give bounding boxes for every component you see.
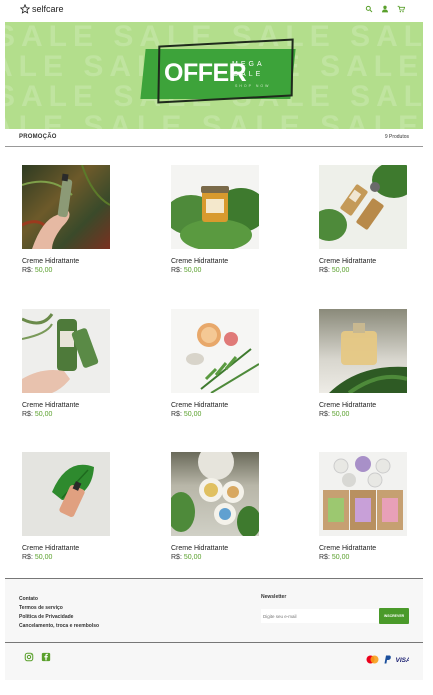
product-image[interactable] — [319, 165, 407, 249]
star-icon — [20, 4, 30, 14]
shop-now-label: SHOP NOW — [235, 84, 271, 88]
promo-banner[interactable]: SALE SALE SALE SALE SALE SALE SALE SALE … — [5, 22, 423, 129]
product-card[interactable]: Creme Hidrattante R$: 50,00 — [171, 452, 261, 562]
instagram-icon[interactable] — [24, 652, 34, 662]
product-image[interactable] — [171, 165, 259, 249]
product-name[interactable]: Creme Hidrattante — [171, 401, 261, 410]
logo-text: selfcare — [32, 4, 64, 14]
product-price: R$: 50,00 — [171, 267, 202, 274]
product-name[interactable]: Creme Hidrattante — [319, 544, 409, 553]
product-image[interactable] — [171, 452, 259, 536]
product-price: R$: 50,00 — [171, 411, 202, 418]
footer-links: Contato Termos de serviço Política de Pr… — [19, 595, 99, 631]
section-title: PROMOÇÃO — [19, 134, 57, 140]
product-name[interactable]: Creme Hidrattante — [22, 544, 112, 553]
product-price: R$: 50,00 — [171, 554, 202, 561]
product-price: R$: 50,00 — [22, 554, 53, 561]
user-icon[interactable] — [381, 5, 389, 13]
product-name[interactable]: Creme Hidrattante — [22, 401, 112, 410]
section-bar: PROMOÇÃO 9 Produtos — [5, 130, 423, 147]
product-price: R$: 50,00 — [319, 267, 350, 274]
product-card[interactable]: Creme Hidrattante R$: 50,00 — [171, 165, 261, 275]
product-card[interactable]: Creme Hidrattante R$: 50,00 — [22, 165, 112, 275]
product-name[interactable]: Creme Hidrattante — [171, 257, 261, 266]
product-name[interactable]: Creme Hidrattante — [319, 257, 409, 266]
footer-link-contato[interactable]: Contato — [19, 595, 99, 604]
product-card[interactable]: Creme Hidrattante R$: 50,00 — [171, 309, 261, 419]
offer-graphic: OFFER MEGA SALE SHOP NOW — [140, 38, 296, 104]
product-price: R$: 50,00 — [22, 411, 53, 418]
product-card[interactable]: Creme Hidrattante R$: 50,00 — [319, 452, 409, 562]
social-links — [24, 652, 51, 662]
header-actions — [365, 5, 405, 13]
product-image[interactable] — [22, 309, 110, 393]
footer-link-termos[interactable]: Termos de serviço — [19, 604, 99, 613]
newsletter-email-input[interactable] — [261, 609, 381, 623]
footer-divider — [5, 642, 423, 643]
mastercard-icon — [366, 655, 379, 664]
product-image[interactable] — [319, 309, 407, 393]
paypal-icon — [384, 655, 391, 664]
product-card[interactable]: Creme Hidrattante R$: 50,00 — [319, 309, 409, 419]
product-card[interactable]: Creme Hidrattante R$: 50,00 — [22, 309, 112, 419]
product-price: R$: 50,00 — [319, 411, 350, 418]
mega-sale-label: MEGA SALE — [232, 61, 265, 78]
product-card[interactable]: Creme Hidrattante R$: 50,00 — [319, 165, 409, 275]
facebook-icon[interactable] — [41, 652, 51, 662]
svg-text:VISA: VISA — [396, 657, 410, 664]
product-price: R$: 50,00 — [22, 267, 53, 274]
site-logo[interactable]: selfcare — [20, 4, 64, 14]
cart-icon[interactable] — [397, 5, 405, 13]
site-footer: Contato Termos de serviço Política de Pr… — [5, 579, 423, 680]
newsletter-subscribe-button[interactable]: INSCREVER — [379, 608, 409, 624]
product-image[interactable] — [22, 452, 110, 536]
product-image[interactable] — [319, 452, 407, 536]
visa-icon: VISA — [396, 657, 410, 664]
site-header: selfcare — [0, 0, 433, 22]
product-name[interactable]: Creme Hidrattante — [22, 257, 112, 266]
footer-link-privacidade[interactable]: Política de Privacidade — [19, 613, 99, 622]
product-count: 9 Produtos — [384, 134, 409, 140]
payment-methods: VISA — [366, 655, 409, 664]
product-image[interactable] — [171, 309, 259, 393]
footer-link-cancelamento[interactable]: Cancelamento, troca e reembolso — [19, 622, 99, 631]
product-card[interactable]: Creme Hidrattante R$: 50,00 — [22, 452, 112, 562]
product-price: R$: 50,00 — [319, 554, 350, 561]
product-image[interactable] — [22, 165, 110, 249]
newsletter-title: Newsletter — [261, 594, 287, 600]
product-name[interactable]: Creme Hidrattante — [319, 401, 409, 410]
product-name[interactable]: Creme Hidrattante — [171, 544, 261, 553]
search-icon[interactable] — [365, 5, 373, 13]
